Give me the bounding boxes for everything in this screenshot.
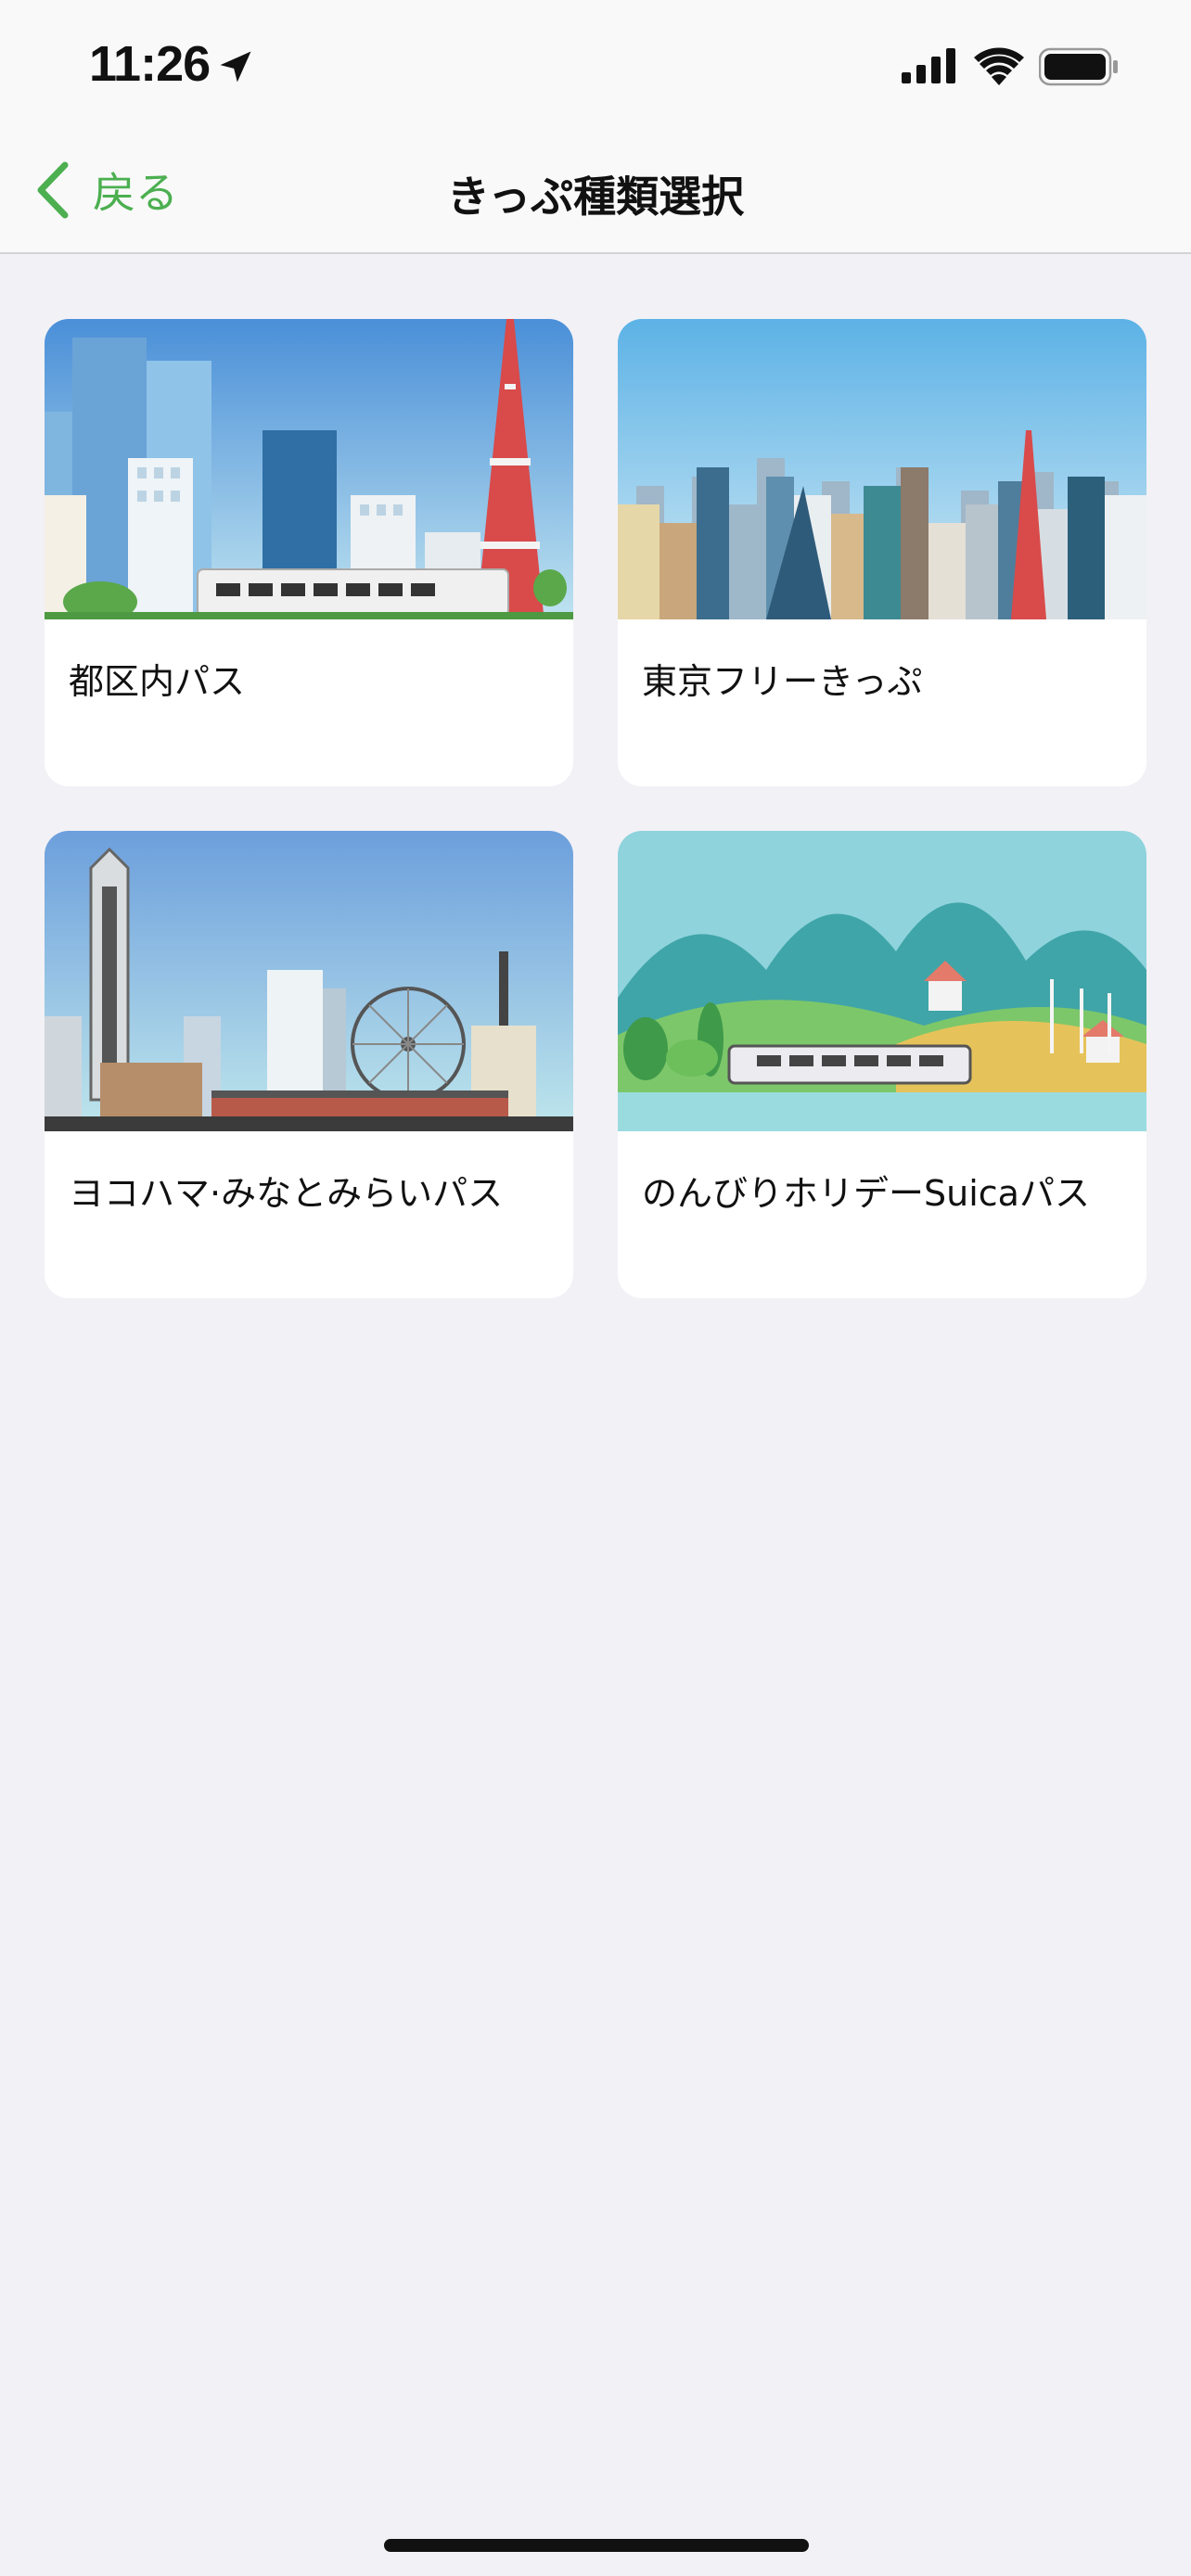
location-arrow-icon: [220, 51, 251, 83]
wifi-icon: [974, 47, 1024, 85]
ticket-card-label: 東京フリーきっぷ: [642, 661, 923, 702]
navigation-bar: 戻る きっぷ種類選択: [0, 130, 1191, 254]
ticket-card-yokohama-minatomirai-pass[interactable]: ヨコハマ·みなとみらいパス: [45, 831, 573, 1298]
tokyo-tower-city-illustration: [45, 319, 573, 619]
ticket-card-label: ヨコハマ·みなとみらいパス: [69, 1173, 504, 1214]
ticket-card-tokyo-free-kippu[interactable]: 東京フリーきっぷ: [618, 319, 1146, 786]
home-indicator[interactable]: [384, 2539, 809, 2552]
status-bar: 11:26: [0, 0, 1191, 130]
battery-icon: [1039, 47, 1118, 86]
page-title: きっぷ種類選択: [446, 172, 745, 222]
countryside-train-illustration: [618, 831, 1146, 1131]
ticket-card-nonbiri-holiday-suica-pass[interactable]: のんびりホリデーSuicaパス: [618, 831, 1146, 1298]
cellular-signal-icon: [902, 48, 955, 83]
ticket-card-label: 都区内パス: [69, 661, 246, 702]
tokyo-skyline-illustration: [618, 319, 1146, 619]
ticket-card-label: のんびりホリデーSuicaパス: [642, 1173, 1090, 1214]
status-time: 11:26: [89, 36, 211, 92]
yokohama-minatomirai-illustration: [45, 831, 573, 1131]
ticket-card-tokunai-pass[interactable]: 都区内パス: [45, 319, 573, 786]
